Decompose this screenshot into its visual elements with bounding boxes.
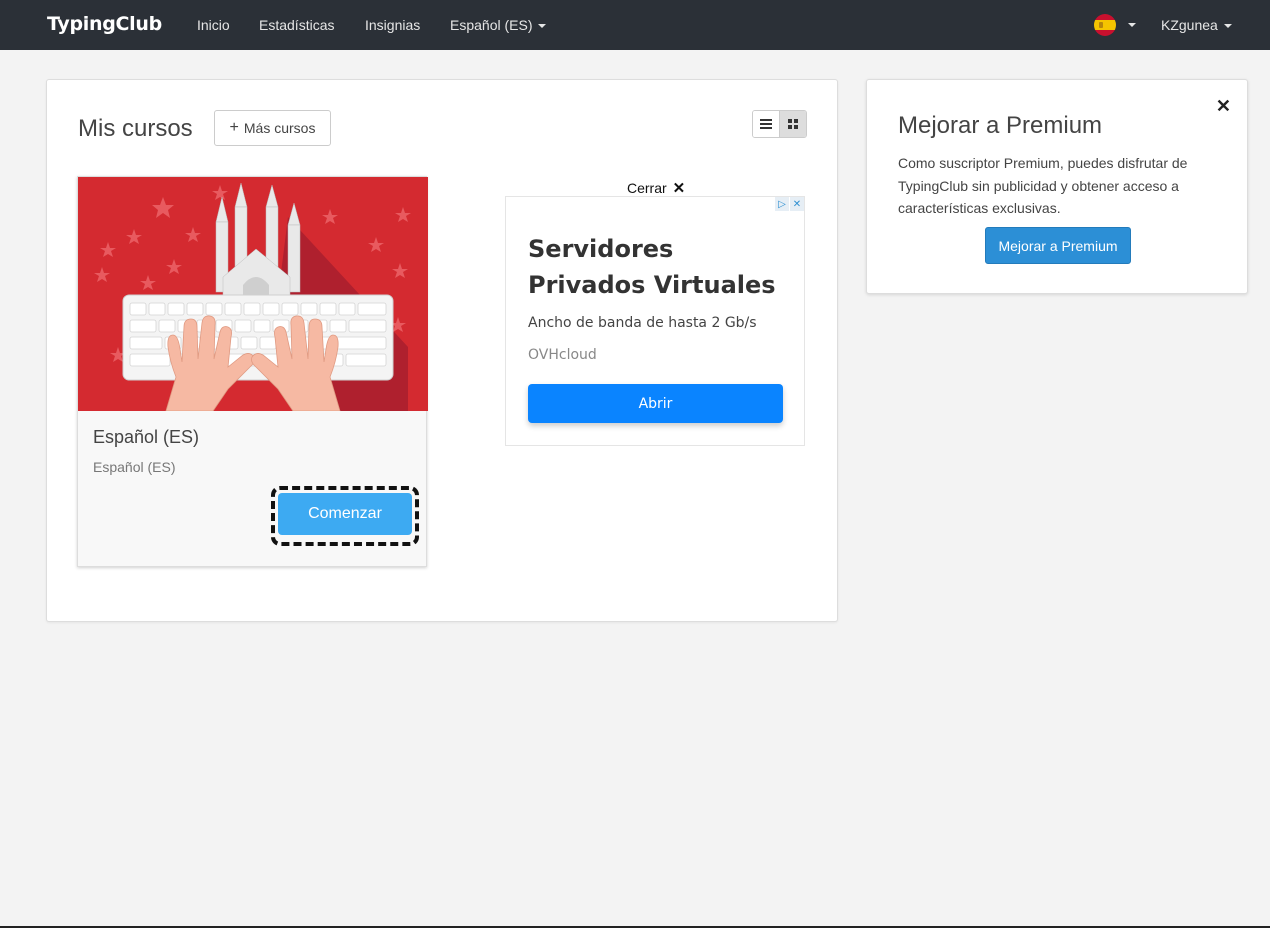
advertisement[interactable]: ▷ ✕ Servidores Privados Virtuales Ancho … (505, 196, 805, 446)
course-title: Español (ES) (93, 427, 200, 447)
ad-choices[interactable]: ▷ ✕ (775, 197, 804, 211)
ad-source: OVHcloud (528, 347, 597, 363)
courses-panel: Mis cursos + Más cursos Español (ES) Esp… (46, 79, 838, 622)
plus-icon: + (229, 119, 239, 136)
chevron-down-icon[interactable] (1128, 23, 1136, 27)
premium-panel: ✕ Mejorar a Premium Como suscriptor Prem… (866, 79, 1248, 294)
premium-title: Mejorar a Premium (898, 112, 1103, 139)
course-subtitle: Español (ES) (93, 459, 176, 475)
language-dropdown[interactable]: Español (ES) (450, 17, 547, 33)
nav-link-insignias[interactable]: Insignias (365, 17, 420, 33)
username-label: KZgunea (1161, 17, 1218, 33)
more-courses-button[interactable]: + Más cursos (214, 110, 331, 146)
start-button[interactable]: Comenzar (278, 493, 412, 535)
close-icon[interactable]: ✕ (1216, 97, 1231, 115)
nav-link-inicio[interactable]: Inicio (197, 17, 230, 33)
close-icon: ✕ (672, 180, 686, 197)
ad-open-button[interactable]: Abrir (528, 384, 783, 423)
ad-close-label: Cerrar (627, 180, 667, 196)
upgrade-premium-button[interactable]: Mejorar a Premium (985, 227, 1131, 264)
nav-link-estadisticas[interactable]: Estadísticas (259, 17, 334, 33)
list-view-icon[interactable] (753, 111, 780, 137)
course-card[interactable]: Español (ES) Español (ES) Comenzar (77, 176, 428, 567)
spain-flag-icon[interactable] (1094, 14, 1116, 36)
chevron-down-icon (538, 24, 547, 29)
brand-logo[interactable]: TypingClub (47, 13, 162, 35)
grid-view-icon[interactable] (779, 111, 806, 137)
course-illustration (78, 177, 428, 411)
user-menu[interactable]: KZgunea (1161, 17, 1232, 33)
ad-dismiss-icon[interactable]: ✕ (790, 197, 804, 211)
top-navbar: TypingClub Inicio Estadísticas Insignias… (0, 0, 1270, 50)
view-toggle (752, 110, 807, 138)
premium-description: Como suscriptor Premium, puedes disfruta… (898, 155, 1188, 216)
courses-title: Mis cursos (78, 115, 193, 142)
ad-close-button[interactable]: Cerrar ✕ (627, 179, 685, 197)
language-label: Español (ES) (450, 17, 533, 33)
ad-body: Ancho de banda de hasta 2 Gb/s (528, 315, 757, 331)
chevron-down-icon (1223, 24, 1232, 29)
ad-headline: Servidores Privados Virtuales (528, 235, 776, 299)
more-courses-label: Más cursos (243, 120, 316, 136)
ad-info-icon[interactable]: ▷ (775, 197, 789, 211)
